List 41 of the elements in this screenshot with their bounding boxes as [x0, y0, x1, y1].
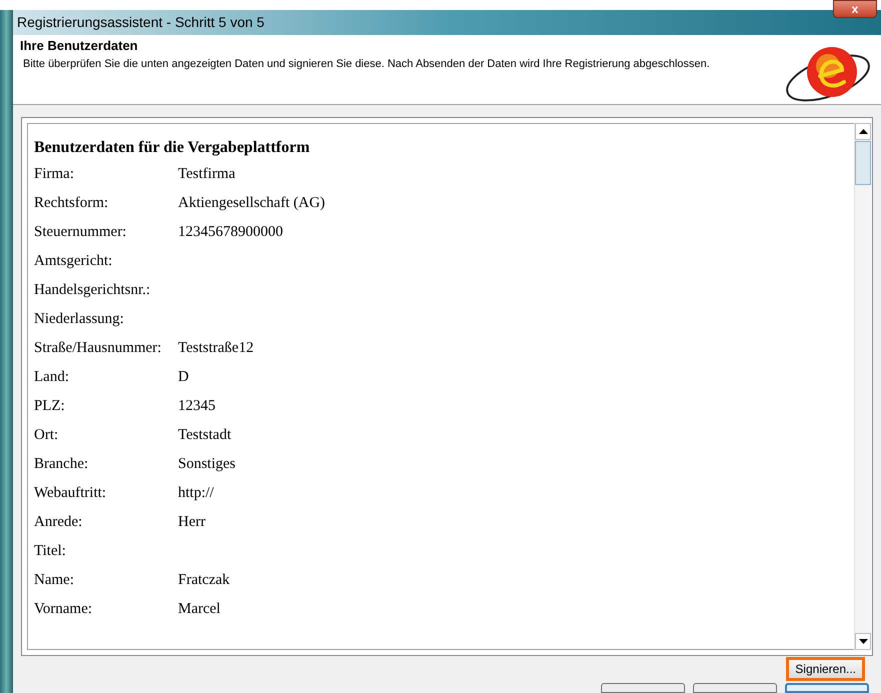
field-value: Teststraße12 [178, 339, 254, 357]
field-label: PLZ: [34, 397, 66, 415]
field-label: Handelsgerichtsnr.: [34, 281, 152, 299]
dialog-button[interactable] [601, 683, 685, 693]
scrollbar[interactable] [854, 123, 871, 650]
field-label: Branche: [34, 455, 90, 473]
field-label: Ort: [34, 426, 60, 444]
scroll-down-icon[interactable] [855, 633, 871, 650]
field-value: Testfirma [178, 165, 236, 183]
scroll-thumb[interactable] [855, 141, 871, 185]
document-heading: Benutzerdaten für die Vergabeplattform [34, 138, 311, 158]
sign-button[interactable]: Signieren... [786, 657, 865, 681]
field-value: 12345 [178, 397, 216, 415]
header-description: Bitte überprüfen Sie die unten angezeigten Daten und signieren Sie diese. Nach Absenden der Daten wird Ihre Registrierung abgeschlossen. [22, 57, 710, 72]
header-title: Ihre Benutzerdaten [20, 38, 139, 54]
field-label: Straße/Hausnummer: [34, 339, 162, 357]
field-label: Firma: [34, 165, 75, 183]
field-value: Aktiengesellschaft (AG) [178, 194, 326, 212]
field-value: Sonstiges [178, 455, 236, 473]
field-value: Marcel [178, 600, 220, 618]
field-value: D [178, 368, 189, 386]
field-label: Titel: [34, 542, 67, 560]
field-label: Amtsgericht: [34, 252, 114, 270]
field-value: Fratczak [178, 571, 230, 589]
scroll-up-icon[interactable] [855, 123, 871, 140]
field-label: Vorname: [34, 600, 94, 618]
field-label: Name: [34, 571, 75, 589]
field-label: Niederlassung: [34, 310, 125, 328]
field-value: http:// [178, 484, 214, 502]
field-value: Herr [178, 513, 206, 531]
field-value: 12345678900000 [178, 223, 283, 241]
field-label: Webauftritt: [34, 484, 108, 502]
field-label: Anrede: [34, 513, 84, 531]
field-label: Land: [34, 368, 70, 386]
field-value: Teststadt [178, 426, 232, 444]
field-label: Steuernummer: [34, 223, 128, 241]
window-title: Registrierungsassistent - Schritt 5 von 5 [17, 13, 264, 32]
dialog-button[interactable] [785, 683, 869, 693]
dialog-button[interactable] [693, 683, 777, 693]
field-label: Rechtsform: [34, 194, 110, 212]
close-button[interactable]: x [833, 0, 877, 18]
